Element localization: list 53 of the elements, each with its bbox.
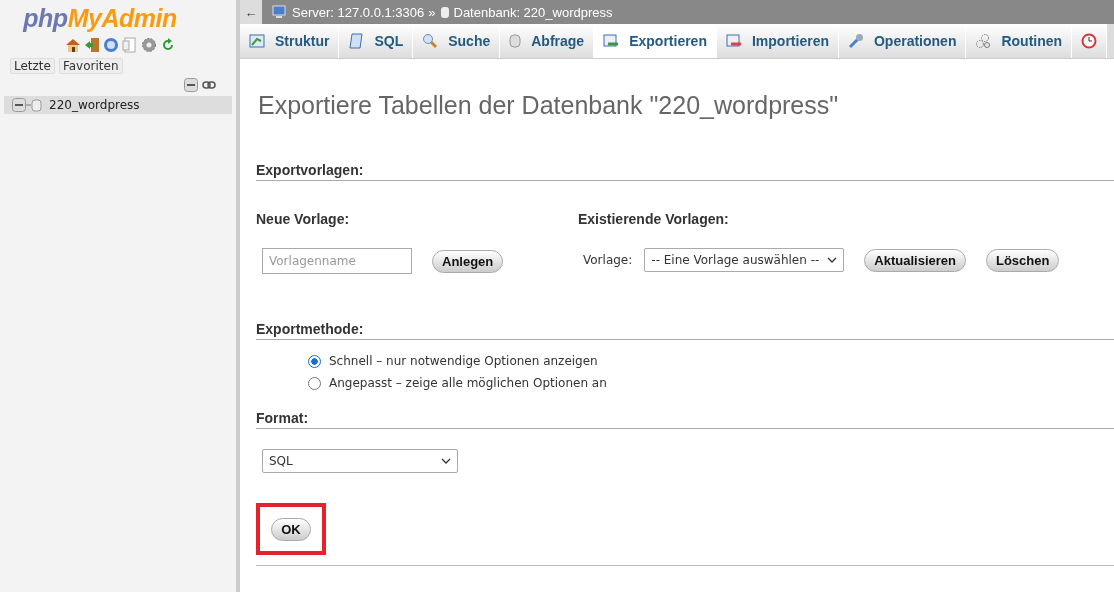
template-dropdown[interactable]: -- Eine Vorlage auswählen -- xyxy=(644,248,845,272)
sidebar-button[interactable]: Favoriten xyxy=(58,58,123,74)
export-icon xyxy=(603,32,620,49)
chevron-down-icon xyxy=(827,257,838,263)
search-icon xyxy=(422,33,439,49)
create-button[interactable]: Anlegen xyxy=(432,249,504,273)
settings-icon[interactable] xyxy=(140,37,157,53)
section-heading: Exportmethode: xyxy=(256,321,1114,340)
update-button[interactable]: Aktualisieren xyxy=(864,248,966,272)
server-link[interactable]: Server: 127.0.0.1:3306 xyxy=(292,4,425,20)
database-icon xyxy=(509,33,522,49)
tab[interactable]: Suche xyxy=(413,24,501,58)
template-name-field[interactable]: Vorlagenname xyxy=(262,248,412,274)
new-template-label: Neue Vorlage: xyxy=(256,211,351,227)
radio-label[interactable]: Angepasst – zeige alle möglichen Optionen an xyxy=(329,376,607,390)
help-icon[interactable] xyxy=(102,37,119,53)
section-heading: Format: xyxy=(256,410,1114,429)
tab[interactable]: Operationen xyxy=(839,24,967,58)
tab[interactable]: Importieren xyxy=(716,24,839,58)
database-icon xyxy=(26,98,42,112)
format-dropdown[interactable]: SQL xyxy=(262,449,458,473)
database-icon xyxy=(439,5,450,19)
server-icon xyxy=(272,5,288,19)
section-heading: Exportvorlagen: xyxy=(256,162,1114,181)
radio-button[interactable] xyxy=(308,354,321,368)
tab[interactable]: Struktur xyxy=(240,24,340,58)
breadcrumb-separator: » xyxy=(428,4,436,20)
ok-button[interactable]: OK xyxy=(271,517,311,541)
tab[interactable]: SQL xyxy=(339,24,414,58)
table-chart-icon xyxy=(249,33,265,49)
clock-icon xyxy=(1081,33,1098,49)
tab[interactable] xyxy=(1072,24,1108,58)
wrench-icon xyxy=(848,33,864,49)
home-icon[interactable] xyxy=(64,37,81,53)
existing-templates-label: Existierende Vorlagen: xyxy=(578,211,730,227)
chevron-down-icon xyxy=(441,458,451,464)
link-icon[interactable] xyxy=(202,81,216,89)
logo: phpMyAdmin xyxy=(21,4,178,33)
tab[interactable]: Abfrage xyxy=(500,24,595,58)
database-link[interactable]: Datenbank: 220_wordpress xyxy=(453,4,613,20)
gears-icon xyxy=(975,33,992,49)
tab[interactable]: Routinen xyxy=(966,24,1073,58)
collapse-icon[interactable] xyxy=(184,78,198,92)
tab[interactable]: Exportieren xyxy=(594,24,717,58)
template-label: Vorlage: xyxy=(583,253,633,267)
sidebar-button[interactable]: Letzte xyxy=(10,58,55,74)
collapse-icon[interactable] xyxy=(12,98,26,112)
database-tree-item[interactable]: 220_wordpress xyxy=(4,96,232,114)
delete-button[interactable]: Löschen xyxy=(986,248,1060,272)
page-title: Exportiere Tabellen der Datenbank "220_wordpress" xyxy=(258,91,840,120)
import-icon xyxy=(725,33,742,49)
scroll-icon xyxy=(348,33,365,49)
radio-label[interactable]: Schnell – nur notwendige Optionen anzeigen xyxy=(329,354,598,368)
